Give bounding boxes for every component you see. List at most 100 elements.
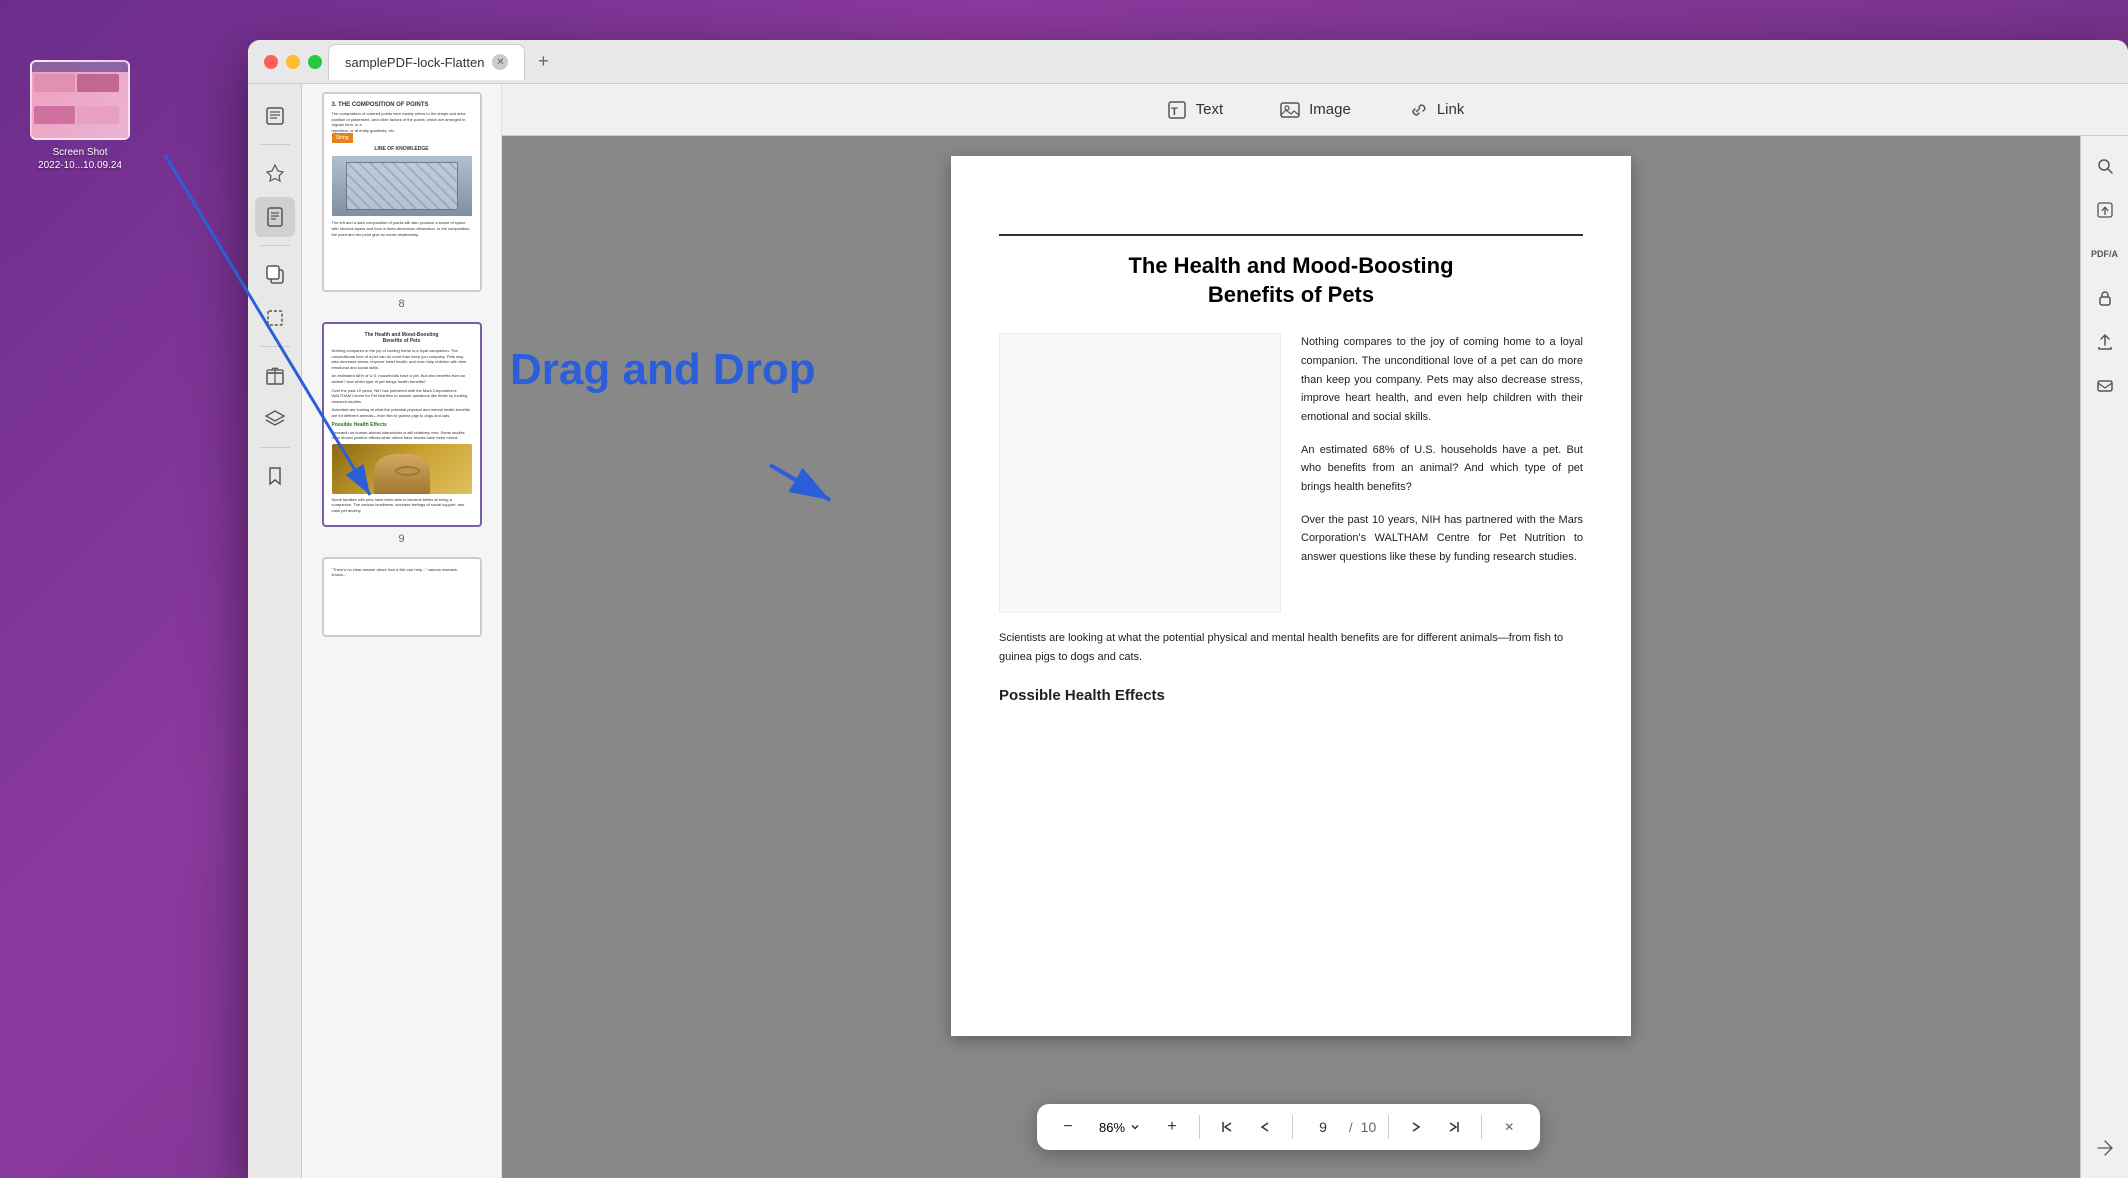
pdf-para-2: An estimated 68% of U.S. households have… [1301, 441, 1583, 497]
share-button[interactable] [2087, 192, 2123, 228]
right-toolbar: PDF/A [2080, 136, 2128, 1178]
next-page-button[interactable] [1401, 1112, 1431, 1142]
page-separator: / [1349, 1120, 1353, 1135]
thumbnail-page-9[interactable]: The Health and Mood-BoostingBenefits of … [310, 322, 493, 545]
text-tool-label: Text [1196, 101, 1224, 118]
screenshot-label2: 2022-10...10.09.24 [20, 159, 140, 172]
sidebar-icon-crop[interactable] [255, 298, 295, 338]
thumb-page-9-preview: The Health and Mood-BoostingBenefits of … [322, 322, 482, 527]
prev-page-button[interactable] [1250, 1112, 1280, 1142]
prev-page-icon [1258, 1120, 1272, 1134]
first-page-button[interactable] [1212, 1112, 1242, 1142]
separator-4 [1481, 1115, 1482, 1139]
sidebar-icon-copy[interactable] [255, 254, 295, 294]
titlebar: samplePDF-lock-Flatten ✕ + [248, 40, 2128, 84]
thumb-page-8-preview: 3. THE COMPOSITION OF POINTS The composi… [322, 92, 482, 292]
pdf-input-line[interactable] [999, 204, 1583, 236]
thumb8-line-of-knowledge: LINE OF KNOWLEDGE [332, 146, 472, 152]
text-tool-button[interactable]: T Text [1150, 91, 1240, 129]
first-page-icon [1220, 1120, 1234, 1134]
separator-2 [1292, 1115, 1293, 1139]
zoom-in-button[interactable]: + [1157, 1112, 1187, 1142]
screenshot-thumbnail [30, 60, 130, 140]
thumb8-image [332, 156, 472, 216]
thumbnail-page-8[interactable]: 3. THE COMPOSITION OF POINTS The composi… [310, 92, 493, 310]
pdf-article-title: The Health and Mood-BoostingBenefits of … [999, 252, 1583, 309]
main-area: 3. THE COMPOSITION OF POINTS The composi… [248, 84, 2128, 1178]
last-page-button[interactable] [1439, 1112, 1469, 1142]
pdf-content-area[interactable]: The Health and Mood-BoostingBenefits of … [502, 136, 2080, 1178]
pdf-toolbar: T Text Image [502, 84, 2128, 136]
image-icon [1279, 99, 1301, 121]
zoom-out-button[interactable]: − [1053, 1112, 1083, 1142]
traffic-lights [264, 55, 322, 69]
pdf-subtitle-health: Possible Health Effects [999, 687, 1583, 704]
image-tool-button[interactable]: Image [1263, 91, 1367, 129]
email-button[interactable] [2087, 368, 2123, 404]
upload-button[interactable] [2087, 324, 2123, 360]
sidebar-icons [248, 84, 302, 1178]
thumb8-bottom-text: The left and a dark composition of point… [332, 220, 472, 237]
svg-text:T: T [1171, 106, 1178, 118]
pdf-para-1: Nothing compares to the joy of coming ho… [1301, 333, 1583, 426]
zoom-dropdown[interactable]: 86% [1091, 1116, 1149, 1139]
active-tab[interactable]: samplePDF-lock-Flatten ✕ [328, 44, 525, 80]
thumb9-text4: Scientists are looking at what the poten… [332, 407, 472, 418]
page-number-input[interactable] [1305, 1119, 1341, 1135]
sidebar-divider-1 [260, 144, 290, 145]
desktop-screenshot[interactable]: Screen Shot 2022-10...10.09.24 [20, 60, 140, 172]
thumb8-text: The composition of ordered points here m… [332, 111, 472, 133]
thumb9-title: The Health and Mood-BoostingBenefits of … [332, 332, 472, 344]
zoom-chevron-icon [1129, 1121, 1141, 1133]
thumbnail-page-10[interactable]: "There's no clear answer about how a fis… [310, 557, 493, 637]
sidebar-icon-gift[interactable] [255, 355, 295, 395]
thumb9-text1: Nothing compares to the joy of coming ho… [332, 348, 472, 370]
screenshot-label1: Screen Shot [20, 146, 140, 159]
thumbnail-9-number: 9 [398, 533, 404, 545]
pdf-page-9: The Health and Mood-BoostingBenefits of … [951, 156, 1631, 1036]
app-window: samplePDF-lock-Flatten ✕ + [248, 40, 2128, 1178]
page-controls: − 86% + [1037, 1104, 1540, 1150]
compose-button[interactable] [2087, 1130, 2123, 1166]
thumb9-text5: Research on human-animal interactions is… [332, 430, 472, 441]
pdf-bottom-para: Scientists are looking at what the poten… [999, 629, 1583, 666]
pdf-para-3: Over the past 10 years, NIH has partnere… [1301, 511, 1583, 567]
thumb9-text3: Over the past 10 years, NIH has partnere… [332, 388, 472, 405]
next-page-icon [1409, 1120, 1423, 1134]
pdf-col-left [999, 333, 1281, 613]
lock-button[interactable] [2087, 280, 2123, 316]
separator-3 [1388, 1115, 1389, 1139]
maximize-window-button[interactable] [308, 55, 322, 69]
thumb9-health-section: Possible Health Effects [332, 422, 472, 428]
sidebar-icon-document[interactable] [255, 197, 295, 237]
thumb8-orange-label: String [332, 133, 353, 143]
link-tool-button[interactable]: Link [1391, 91, 1481, 129]
pdf-two-column: Nothing compares to the joy of coming ho… [999, 333, 1583, 613]
thumbnail-panel[interactable]: 3. THE COMPOSITION OF POINTS The composi… [302, 84, 502, 1178]
separator-1 [1199, 1115, 1200, 1139]
close-window-button[interactable] [264, 55, 278, 69]
sidebar-icon-bookmark[interactable] [255, 456, 295, 496]
minimize-window-button[interactable] [286, 55, 300, 69]
sidebar-divider-4 [260, 447, 290, 448]
sidebar-icon-layers[interactable] [255, 399, 295, 439]
thumb9-text6: Some families with pets have been able t… [332, 497, 472, 514]
tab-label: samplePDF-lock-Flatten [345, 55, 484, 70]
thumb9-dog-image [332, 444, 472, 494]
thumb8-composition-title: 3. THE COMPOSITION OF POINTS [332, 102, 472, 108]
text-icon: T [1166, 99, 1188, 121]
close-controls-button[interactable]: ✕ [1494, 1112, 1524, 1142]
new-tab-button[interactable]: + [529, 48, 557, 76]
sidebar-icon-notes[interactable] [255, 96, 295, 136]
last-page-icon [1447, 1120, 1461, 1134]
image-tool-label: Image [1309, 101, 1351, 118]
sidebar-icon-pin[interactable] [255, 153, 295, 193]
link-tool-label: Link [1437, 101, 1465, 118]
tab-close-button[interactable]: ✕ [492, 54, 508, 70]
sidebar-divider-2 [260, 245, 290, 246]
tab-bar: samplePDF-lock-Flatten ✕ + [328, 40, 2128, 83]
search-button[interactable] [2087, 148, 2123, 184]
zoom-level: 86% [1099, 1120, 1125, 1135]
thumb9-text2: An estimated 68% of U.S. households have… [332, 373, 472, 384]
pdfa-button[interactable]: PDF/A [2087, 236, 2123, 272]
